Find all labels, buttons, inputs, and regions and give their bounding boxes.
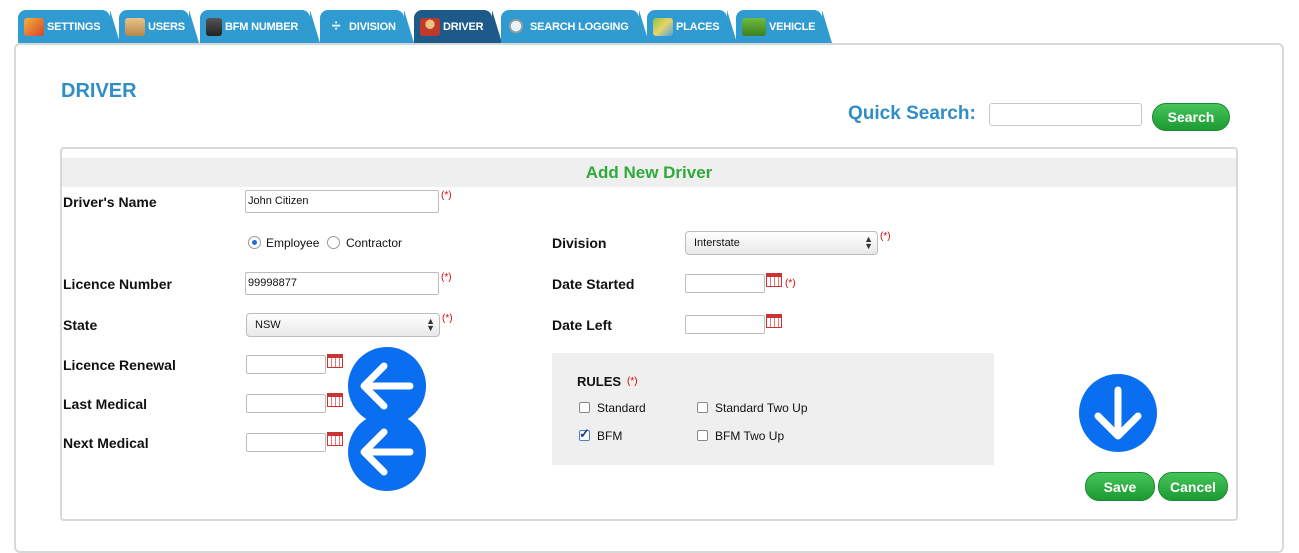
search-button[interactable]: Search xyxy=(1152,103,1230,131)
tab-places[interactable]: PLACES xyxy=(647,10,737,43)
tab-label: DRIVER xyxy=(443,20,484,33)
floppy-disk-icon xyxy=(206,17,222,36)
quick-search-input[interactable] xyxy=(989,103,1142,126)
rule-bfm-two-up-checkbox[interactable] xyxy=(697,430,708,441)
date-started-field[interactable] xyxy=(685,274,765,293)
tab-label: USERS xyxy=(148,20,185,33)
rule-standard-checkbox[interactable] xyxy=(579,402,590,413)
rule-bfm-checkbox[interactable] xyxy=(579,426,590,442)
settings-icon xyxy=(24,17,44,36)
page-title: DRIVER xyxy=(61,80,137,102)
rule-standard-two-up-label: Standard Two Up xyxy=(715,401,808,415)
tab-settings[interactable]: SETTINGS xyxy=(18,10,120,43)
licence-renewal-field[interactable] xyxy=(246,355,326,374)
tab-label: PLACES xyxy=(676,20,720,33)
licence-number-field[interactable]: 99998877 xyxy=(245,272,439,295)
tab-search-logging[interactable]: SEARCH LOGGING xyxy=(501,10,649,43)
calendar-icon[interactable] xyxy=(766,273,782,287)
employee-radio-label: Employee xyxy=(266,236,320,250)
quick-search-label: Quick Search: xyxy=(848,103,976,124)
required-mark: (*) xyxy=(880,231,891,242)
tab-label: VEHICLE xyxy=(769,20,816,33)
licence-renewal-label: Licence Renewal xyxy=(63,357,176,373)
driver-icon xyxy=(420,17,440,36)
tab-vehicle[interactable]: VEHICLE xyxy=(736,10,832,43)
truck-icon xyxy=(742,17,766,36)
tab-bfm-number[interactable]: BFM NUMBER xyxy=(200,10,320,43)
left-arrow-annotation-icon xyxy=(348,413,426,491)
calendar-icon[interactable] xyxy=(327,354,343,368)
date-left-field[interactable] xyxy=(685,315,765,334)
tab-label: BFM NUMBER xyxy=(225,20,299,33)
last-medical-field[interactable] xyxy=(246,394,326,413)
required-mark: (*) xyxy=(785,278,796,289)
required-mark: (*) xyxy=(627,376,638,387)
save-button[interactable]: Save xyxy=(1085,472,1155,501)
drivers-name-label: Driver's Name xyxy=(63,194,157,210)
down-arrow-annotation-icon xyxy=(1079,374,1157,452)
next-medical-field[interactable] xyxy=(246,433,326,452)
division-select-value: Interstate xyxy=(694,237,740,249)
tab-label: SETTINGS xyxy=(47,20,101,33)
tab-users[interactable]: USERS xyxy=(119,10,199,43)
required-mark: (*) xyxy=(441,272,452,283)
tab-label: SEARCH LOGGING xyxy=(530,20,629,33)
state-select[interactable]: NSW ▲ ▼ xyxy=(246,313,440,337)
calendar-icon[interactable] xyxy=(327,393,343,407)
rule-bfm-two-up-label: BFM Two Up xyxy=(715,429,785,443)
division-icon: ÷ xyxy=(331,17,341,35)
contractor-radio[interactable] xyxy=(327,236,340,249)
select-arrows-icon: ▲ ▼ xyxy=(864,234,873,251)
required-mark: (*) xyxy=(441,190,452,201)
date-started-label: Date Started xyxy=(552,276,635,292)
rules-label: RULES xyxy=(577,374,622,389)
employee-radio[interactable] xyxy=(248,236,261,249)
magnifier-icon xyxy=(507,17,527,36)
division-select[interactable]: Interstate ▲ ▼ xyxy=(685,231,878,255)
users-icon xyxy=(125,17,145,36)
next-medical-label: Next Medical xyxy=(63,435,149,451)
calendar-icon[interactable] xyxy=(327,432,343,446)
select-arrows-icon: ▲ ▼ xyxy=(426,316,435,333)
state-select-value: NSW xyxy=(255,319,281,331)
rule-standard-two-up-checkbox[interactable] xyxy=(697,402,708,413)
date-left-label: Date Left xyxy=(552,317,612,333)
state-label: State xyxy=(63,317,98,333)
drivers-name-field[interactable]: John Citizen xyxy=(245,190,439,213)
map-icon xyxy=(653,17,673,36)
tab-driver[interactable]: DRIVER xyxy=(414,10,502,43)
contractor-radio-label: Contractor xyxy=(346,236,403,250)
tab-division[interactable]: ÷ DIVISION xyxy=(320,10,414,43)
rule-bfm-label: BFM xyxy=(597,429,623,443)
last-medical-label: Last Medical xyxy=(63,396,148,412)
tab-label: DIVISION xyxy=(349,20,396,33)
required-mark: (*) xyxy=(442,313,453,324)
calendar-icon[interactable] xyxy=(766,314,782,328)
licence-number-label: Licence Number xyxy=(63,276,172,292)
cancel-button[interactable]: Cancel xyxy=(1158,472,1228,501)
rule-standard-label: Standard xyxy=(597,401,646,415)
division-label: Division xyxy=(552,235,607,251)
form-heading: Add New Driver xyxy=(62,158,1236,187)
